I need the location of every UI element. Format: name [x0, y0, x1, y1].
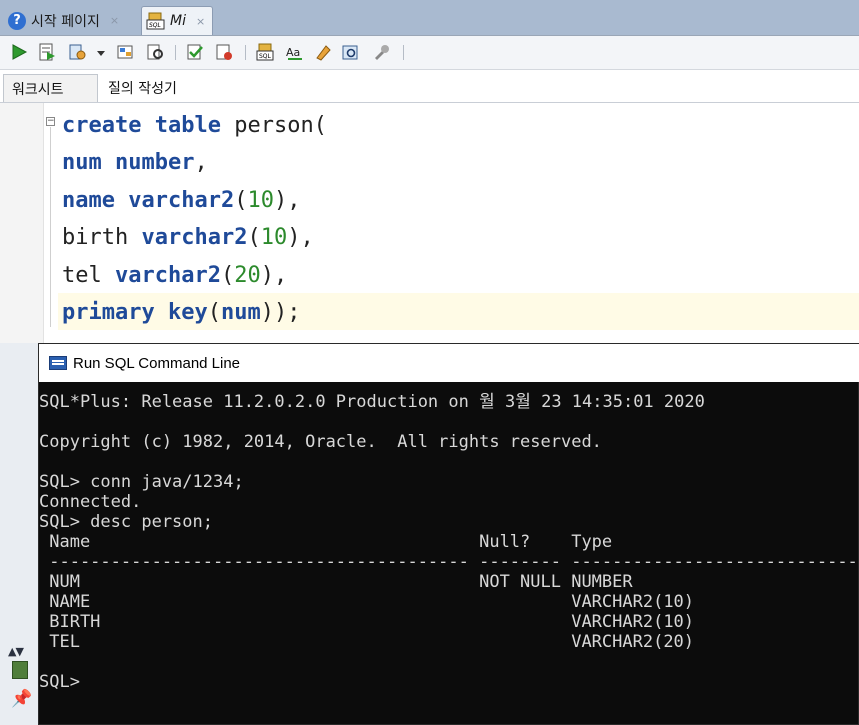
sql-tuning-icon[interactable]: [146, 43, 164, 61]
sql-editor[interactable]: − create table person( num number, name …: [0, 103, 859, 343]
console-result: Connected.: [39, 492, 142, 512]
svg-text:Aa: Aa: [286, 46, 300, 59]
console-command: SQL> conn java/1234;: [39, 472, 244, 492]
console-output[interactable]: SQL*Plus: Release 11.2.0.2.0 Production …: [39, 392, 858, 692]
worksheet-toolbar: SQL Aa: [0, 35, 859, 70]
console-command: SQL> desc person;: [39, 512, 213, 532]
code-keyword: key: [167, 300, 208, 326]
run-statement-icon[interactable]: [10, 43, 28, 61]
desc-rule: ----------------------------------------…: [39, 552, 858, 572]
dropdown-arrow-icon[interactable]: [95, 43, 107, 61]
worksheet-panel-icon[interactable]: [12, 661, 28, 679]
desc-row: BIRTH VARCHAR2(10): [39, 612, 695, 632]
code-keyword: name: [62, 187, 115, 213]
run-script-icon[interactable]: [38, 43, 56, 61]
help-icon: ?: [8, 11, 26, 30]
code-keyword: varchar2: [141, 225, 248, 251]
svg-text:SQL: SQL: [149, 22, 161, 29]
explain-plan-icon[interactable]: [117, 43, 135, 61]
left-panel: ▲▼ 📌: [0, 343, 38, 725]
commit-icon[interactable]: [186, 43, 204, 61]
tools-icon[interactable]: [372, 43, 390, 61]
pin-icon[interactable]: 📌: [11, 689, 32, 709]
panel-resize-arrows-icon[interactable]: ▲▼: [8, 645, 24, 658]
autotrace-icon[interactable]: [68, 43, 86, 61]
close-icon[interactable]: ×: [110, 14, 119, 27]
rollback-icon[interactable]: [215, 43, 233, 61]
close-icon[interactable]: ×: [196, 15, 205, 28]
sql-command-line-icon: [49, 356, 67, 370]
tab-worksheet[interactable]: 워크시트: [3, 74, 98, 102]
window-title: Run SQL Command Line: [73, 354, 241, 372]
tab-start-page-label: 시작 페이지: [31, 13, 100, 30]
sql-worksheet-icon: SQL: [146, 12, 166, 30]
code-keyword: varchar2: [128, 187, 235, 213]
tab-sql-label: Mi: [170, 13, 186, 29]
code-keyword: create: [62, 113, 142, 138]
console-banner: SQL*Plus: Release 11.2.0.2.0 Production …: [39, 392, 705, 412]
tab-sql-worksheet[interactable]: SQL Mi ×: [141, 6, 213, 35]
clear-icon[interactable]: [314, 43, 332, 61]
desc-row: NUM NOT NULL NUMBER: [39, 572, 633, 592]
document-tab-strip: ? 시작 페이지 × SQL Mi ×: [0, 0, 859, 35]
uppercase-icon[interactable]: Aa: [286, 43, 304, 61]
code-keyword: table: [154, 113, 221, 138]
window-titlebar[interactable]: Run SQL Command Line: [39, 344, 859, 382]
code-keyword: primary: [62, 300, 155, 326]
sql-code[interactable]: create table person( num number, name va…: [62, 107, 327, 331]
code-keyword: num: [62, 150, 102, 176]
code-keyword: varchar2: [114, 262, 221, 288]
editor-gutter: [0, 103, 44, 343]
code-keyword: number: [115, 150, 195, 176]
sql-command-line-window[interactable]: Run SQL Command Line SQL*Plus: Release 1…: [38, 343, 859, 725]
find-replace-icon[interactable]: [342, 43, 360, 61]
tab-query-builder[interactable]: 질의 작성기: [100, 74, 185, 102]
tab-start-page[interactable]: ? 시작 페이지 ×: [4, 6, 139, 35]
fold-guide-line: [50, 127, 51, 327]
desc-header: Name Null? Type: [39, 532, 613, 552]
sql-history-icon[interactable]: SQL: [256, 43, 274, 61]
worksheet-subtabs: 워크시트 질의 작성기: [0, 70, 859, 103]
fold-collapse-icon[interactable]: −: [46, 117, 55, 126]
svg-text:SQL: SQL: [259, 53, 272, 60]
desc-row: TEL VARCHAR2(20): [39, 632, 695, 652]
console-prompt: SQL>: [39, 672, 80, 692]
desc-row: NAME VARCHAR2(10): [39, 592, 695, 612]
console-copyright: Copyright (c) 1982, 2014, Oracle. All ri…: [39, 432, 602, 452]
code-keyword: num: [220, 300, 261, 326]
